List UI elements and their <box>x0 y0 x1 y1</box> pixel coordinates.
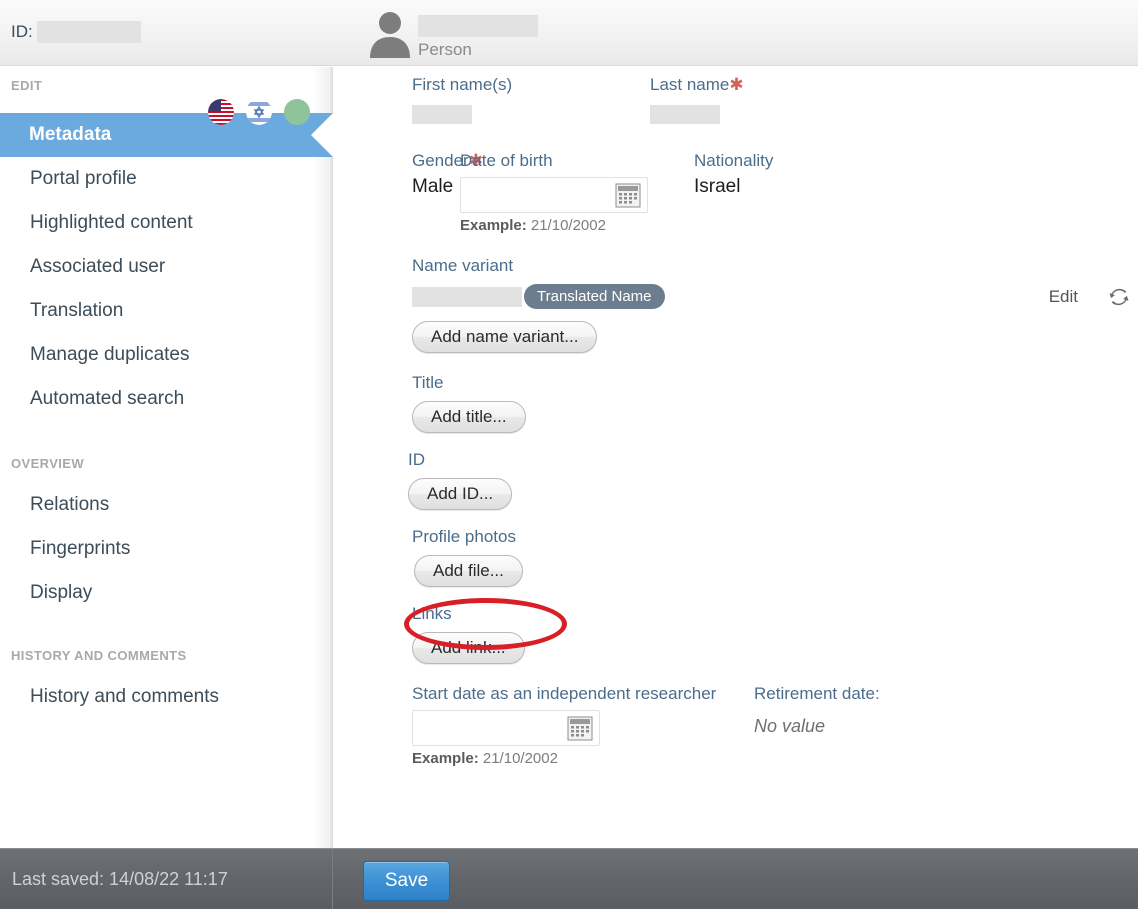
israel-flag-icon[interactable] <box>246 99 272 125</box>
active-item-chevron-icon <box>311 113 333 157</box>
add-link-button[interactable]: Add link... <box>412 632 525 664</box>
last-name-value-redacted <box>650 105 720 124</box>
refresh-icon[interactable] <box>1108 286 1130 308</box>
sidebar-item-label: Relations <box>30 494 110 515</box>
date-of-birth-input[interactable] <box>460 177 648 213</box>
person-name-redacted <box>418 15 538 37</box>
sidebar-heading-history-and-comments: HISTORY AND COMMENTS <box>11 648 187 663</box>
sidebar-item-label: Automated search <box>30 388 185 409</box>
sidebar-heading-edit: EDIT <box>11 78 43 93</box>
sidebar-item-highlighted-content[interactable]: Highlighted content <box>0 201 333 245</box>
name-variant-label: Name variant <box>412 256 514 275</box>
required-asterisk-icon: ✱ <box>729 75 744 94</box>
sidebar-item-label: Portal profile <box>30 168 137 189</box>
person-metadata-editor: ID: Person EDIT Metadata Portal profile … <box>0 0 1138 909</box>
person-type-label: Person <box>418 40 472 59</box>
green-status-circle-icon[interactable] <box>284 99 310 125</box>
name-variant-value-redacted <box>412 286 522 307</box>
sidebar-item-label: Fingerprints <box>30 538 131 559</box>
name-variant-edit-link[interactable]: Edit <box>1049 287 1078 307</box>
locale-icon-group <box>208 99 310 125</box>
sidebar-item-fingerprints[interactable]: Fingerprints <box>0 527 333 571</box>
footer-bar: Last saved: 14/08/22 11:17 <box>0 848 1138 909</box>
sidebar-item-label: Associated user <box>30 256 166 277</box>
title-label: Title <box>412 373 444 392</box>
date-of-birth-label: Date of birth <box>460 151 553 170</box>
add-id-button[interactable]: Add ID... <box>408 478 513 510</box>
first-name-value-redacted <box>412 105 472 124</box>
sidebar-item-label: History and comments <box>30 686 220 707</box>
sidebar-heading-overview: OVERVIEW <box>11 456 85 471</box>
sidebar-nav: EDIT Metadata Portal profile Highlighted… <box>0 67 333 848</box>
sidebar-item-label: Display <box>30 582 93 603</box>
nationality-value: Israel <box>694 176 741 197</box>
top-header-bar: ID: Person <box>0 0 1138 66</box>
name-variant-type-tag: Translated Name <box>524 284 665 309</box>
sidebar-item-associated-user[interactable]: Associated user <box>0 245 333 289</box>
calendar-icon[interactable] <box>567 716 593 741</box>
us-flag-icon[interactable] <box>208 99 234 125</box>
date-of-birth-example: Example: 21/10/2002 <box>460 217 606 234</box>
metadata-form: First name(s) Last name✱ Gender✱ Male Da… <box>334 67 1138 848</box>
start-date-label: Start date as an independent researcher <box>412 684 717 703</box>
start-date-example: Example: 21/10/2002 <box>412 750 558 767</box>
gender-label: Gender✱ <box>412 151 483 170</box>
sidebar-item-relations[interactable]: Relations <box>0 483 333 527</box>
sidebar-item-automated-search[interactable]: Automated search <box>0 377 333 421</box>
add-name-variant-button[interactable]: Add name variant... <box>412 321 598 353</box>
record-id-block: ID: <box>11 21 141 43</box>
links-label: Links <box>412 604 452 623</box>
sidebar-item-display[interactable]: Display <box>0 571 333 615</box>
sidebar-item-label: Highlighted content <box>30 212 193 233</box>
sidebar-item-portal-profile[interactable]: Portal profile <box>0 157 333 201</box>
sidebar-item-manage-duplicates[interactable]: Manage duplicates <box>0 333 333 377</box>
gender-value: Male <box>412 176 454 197</box>
record-id-label: ID: <box>11 22 33 41</box>
start-date-input[interactable] <box>412 710 600 746</box>
sidebar-item-label: Translation <box>30 300 124 321</box>
last-saved-status: Last saved: 14/08/22 11:17 <box>0 849 333 909</box>
first-name-label: First name(s) <box>412 75 513 94</box>
retirement-date-value: No value <box>754 716 826 736</box>
sidebar-item-label: Manage duplicates <box>30 344 190 365</box>
sidebar-item-history-and-comments[interactable]: History and comments <box>0 675 333 719</box>
id-label: ID <box>408 450 425 469</box>
save-button[interactable]: Save <box>363 861 450 901</box>
person-identity-block: Person <box>367 6 538 58</box>
person-silhouette-icon <box>370 12 410 58</box>
calendar-icon[interactable] <box>615 183 641 208</box>
sidebar-item-label: Metadata <box>29 124 112 145</box>
sidebar-item-translation[interactable]: Translation <box>0 289 333 333</box>
record-id-value-redacted <box>36 21 141 43</box>
add-title-button[interactable]: Add title... <box>412 401 526 433</box>
add-file-button[interactable]: Add file... <box>414 555 523 587</box>
retirement-date-label: Retirement date: <box>754 684 880 703</box>
last-name-label: Last name✱ <box>650 75 744 94</box>
profile-photos-label: Profile photos <box>412 527 516 546</box>
nationality-label: Nationality <box>694 151 774 170</box>
